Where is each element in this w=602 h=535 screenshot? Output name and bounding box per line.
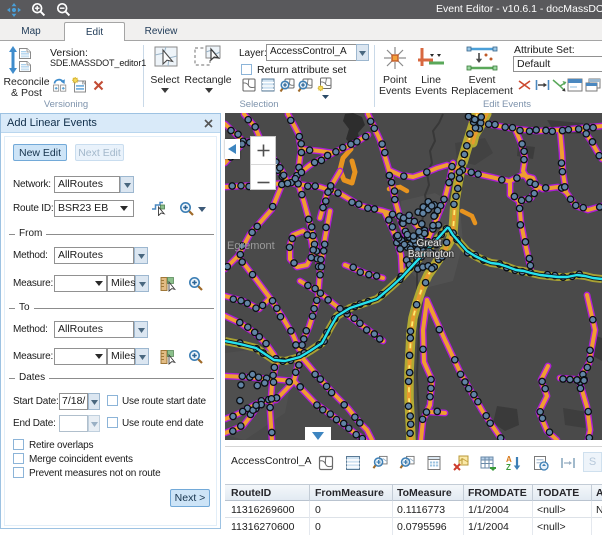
svg-text:Great: Great (416, 238, 441, 249)
svg-text:Egremont: Egremont (227, 240, 275, 252)
svg-text:Z: Z (506, 463, 511, 471)
svg-text:Barrington: Barrington (408, 249, 454, 260)
